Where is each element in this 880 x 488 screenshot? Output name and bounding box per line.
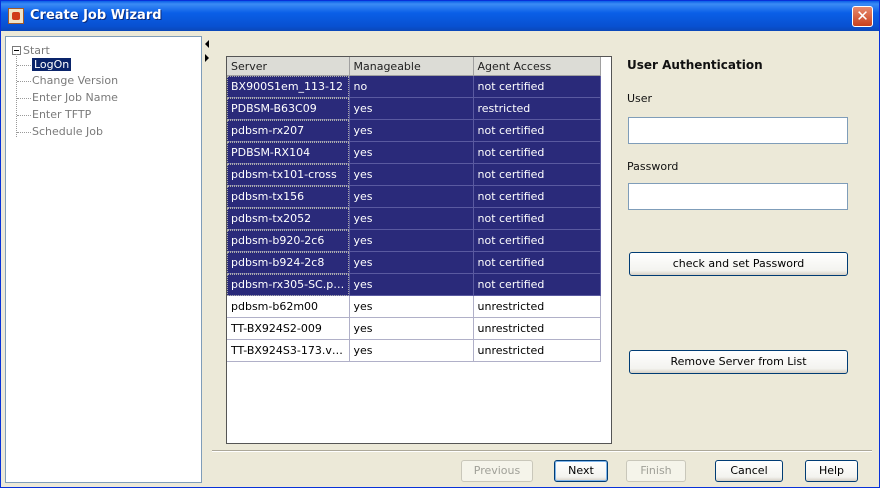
cell-manageable: yes [349,97,474,120]
window-title: Create Job Wizard [30,8,162,23]
cell-manageable: yes [349,141,474,164]
cell-server: BX900S1em_113-12 [227,75,350,98]
title-bar[interactable]: Create Job Wizard ✕ [1,1,879,31]
user-label: User [627,92,653,105]
cell-agent-access: not certified [473,119,601,142]
table-row[interactable]: TT-BX924S2-009 yes unrestricted [227,317,601,340]
cell-server: pdbsm-b62m00 [227,295,350,318]
table-row[interactable]: BX900S1em_113-12 no not certified [227,75,601,98]
table-row[interactable]: PDBSM-B63C09 yes restricted [227,97,601,120]
server-table: Server Manageable Agent Access BX900S1em… [227,57,601,362]
cell-server: pdbsm-tx101-cross [227,163,350,186]
cell-server: pdbsm-tx156 [227,185,350,208]
cell-manageable: yes [349,119,474,142]
cell-agent-access: not certified [473,207,601,230]
wizard-steps-tree: Start LogOn Change Version Enter Job Nam… [5,36,202,483]
tree-item-logon[interactable]: LogOn [32,57,72,73]
table-row[interactable]: PDBSM-RX104 yes not certified [227,141,601,164]
next-button[interactable]: Next [554,460,608,482]
table-row[interactable]: pdbsm-b924-2c8 yes not certified [227,251,601,274]
help-button[interactable]: Help [805,460,858,482]
remove-server-button[interactable]: Remove Server from List [629,350,848,374]
cell-server: pdbsm-rx305-SC.pll... [227,273,350,296]
cell-manageable: yes [349,229,474,252]
table-row[interactable]: pdbsm-b920-2c6 yes not certified [227,229,601,252]
tree-connector [17,98,31,99]
table-row[interactable]: pdbsm-rx305-SC.pll... yes not certified [227,273,601,296]
cell-server: PDBSM-B63C09 [227,97,350,120]
cell-server: TT-BX924S3-173.vl... [227,339,350,362]
finish-button[interactable]: Finish [626,460,686,482]
cell-agent-access: not certified [473,163,601,186]
tree-item-label: Schedule Job [32,125,104,138]
collapse-left-icon[interactable] [205,40,209,48]
tree-connector [17,132,31,133]
tree-item-enter-tftp[interactable]: Enter TFTP [32,107,91,123]
cell-agent-access: unrestricted [473,339,601,362]
cell-server: pdbsm-tx2052 [227,207,350,230]
cell-server: TT-BX924S2-009 [227,317,350,340]
cell-manageable: yes [349,163,474,186]
cell-agent-access: not certified [473,141,601,164]
cell-server: pdbsm-b924-2c8 [227,251,350,274]
check-and-set-password-button[interactable]: check and set Password [629,252,848,276]
previous-button[interactable]: Previous [461,460,533,482]
tree-item-enter-job-name[interactable]: Enter Job Name [32,90,118,106]
cell-manageable: yes [349,339,474,362]
cell-server: pdbsm-b920-2c6 [227,229,350,252]
cell-manageable: yes [349,317,474,340]
footer-separator [212,450,872,452]
cell-agent-access: not certified [473,75,601,98]
tree-connector [17,81,31,82]
table-row[interactable]: pdbsm-tx156 yes not certified [227,185,601,208]
close-button[interactable]: ✕ [852,6,873,27]
table-row[interactable]: pdbsm-rx207 yes not certified [227,119,601,142]
wizard-content: Server Manageable Agent Access BX900S1em… [212,36,876,483]
cell-agent-access: not certified [473,185,601,208]
cell-manageable: yes [349,273,474,296]
user-field[interactable] [628,117,848,144]
tree-item-label: Enter Job Name [32,91,118,104]
cell-agent-access: not certified [473,229,601,252]
cell-server: PDBSM-RX104 [227,141,350,164]
cell-agent-access: not certified [473,273,601,296]
column-header-manageable[interactable]: Manageable [349,57,474,76]
tree-item-label: Enter TFTP [32,108,92,121]
server-table-scrollpane[interactable]: Server Manageable Agent Access BX900S1em… [226,56,612,444]
password-label: Password [627,160,679,173]
cell-agent-access: unrestricted [473,295,601,318]
cell-server: pdbsm-rx207 [227,119,350,142]
create-job-wizard-window: Create Job Wizard ✕ Start LogOn Change V… [0,0,880,488]
table-row[interactable]: pdbsm-tx101-cross yes not certified [227,163,601,186]
expand-right-icon[interactable] [205,54,209,62]
column-header-agent-access[interactable]: Agent Access [473,57,601,76]
cell-manageable: yes [349,185,474,208]
java-app-icon [8,8,24,24]
cell-agent-access: unrestricted [473,317,601,340]
table-header-row: Server Manageable Agent Access [227,57,601,76]
tree-connector [17,65,31,66]
tree-item-label: Change Version [32,74,119,87]
cell-agent-access: restricted [473,97,601,120]
table-row[interactable]: pdbsm-tx2052 yes not certified [227,207,601,230]
tree-root-label: Start [23,44,50,57]
column-header-server[interactable]: Server [227,57,350,76]
cell-manageable: yes [349,295,474,318]
auth-heading: User Authentication [627,58,763,72]
cell-agent-access: not certified [473,251,601,274]
password-field[interactable] [628,183,848,210]
table-row[interactable]: TT-BX924S3-173.vl... yes unrestricted [227,339,601,362]
cancel-button[interactable]: Cancel [715,460,783,482]
tree-connector [16,54,17,137]
cell-manageable: yes [349,251,474,274]
table-row[interactable]: pdbsm-b62m00 yes unrestricted [227,295,601,318]
tree-item-change-version[interactable]: Change Version [32,73,118,89]
cell-manageable: yes [349,207,474,230]
tree-item-schedule-job[interactable]: Schedule Job [32,124,103,140]
cell-manageable: no [349,75,474,98]
tree-item-label: LogOn [32,58,72,71]
close-icon: ✕ [856,7,869,25]
split-pane-divider[interactable] [204,36,212,483]
tree-connector [17,115,31,116]
